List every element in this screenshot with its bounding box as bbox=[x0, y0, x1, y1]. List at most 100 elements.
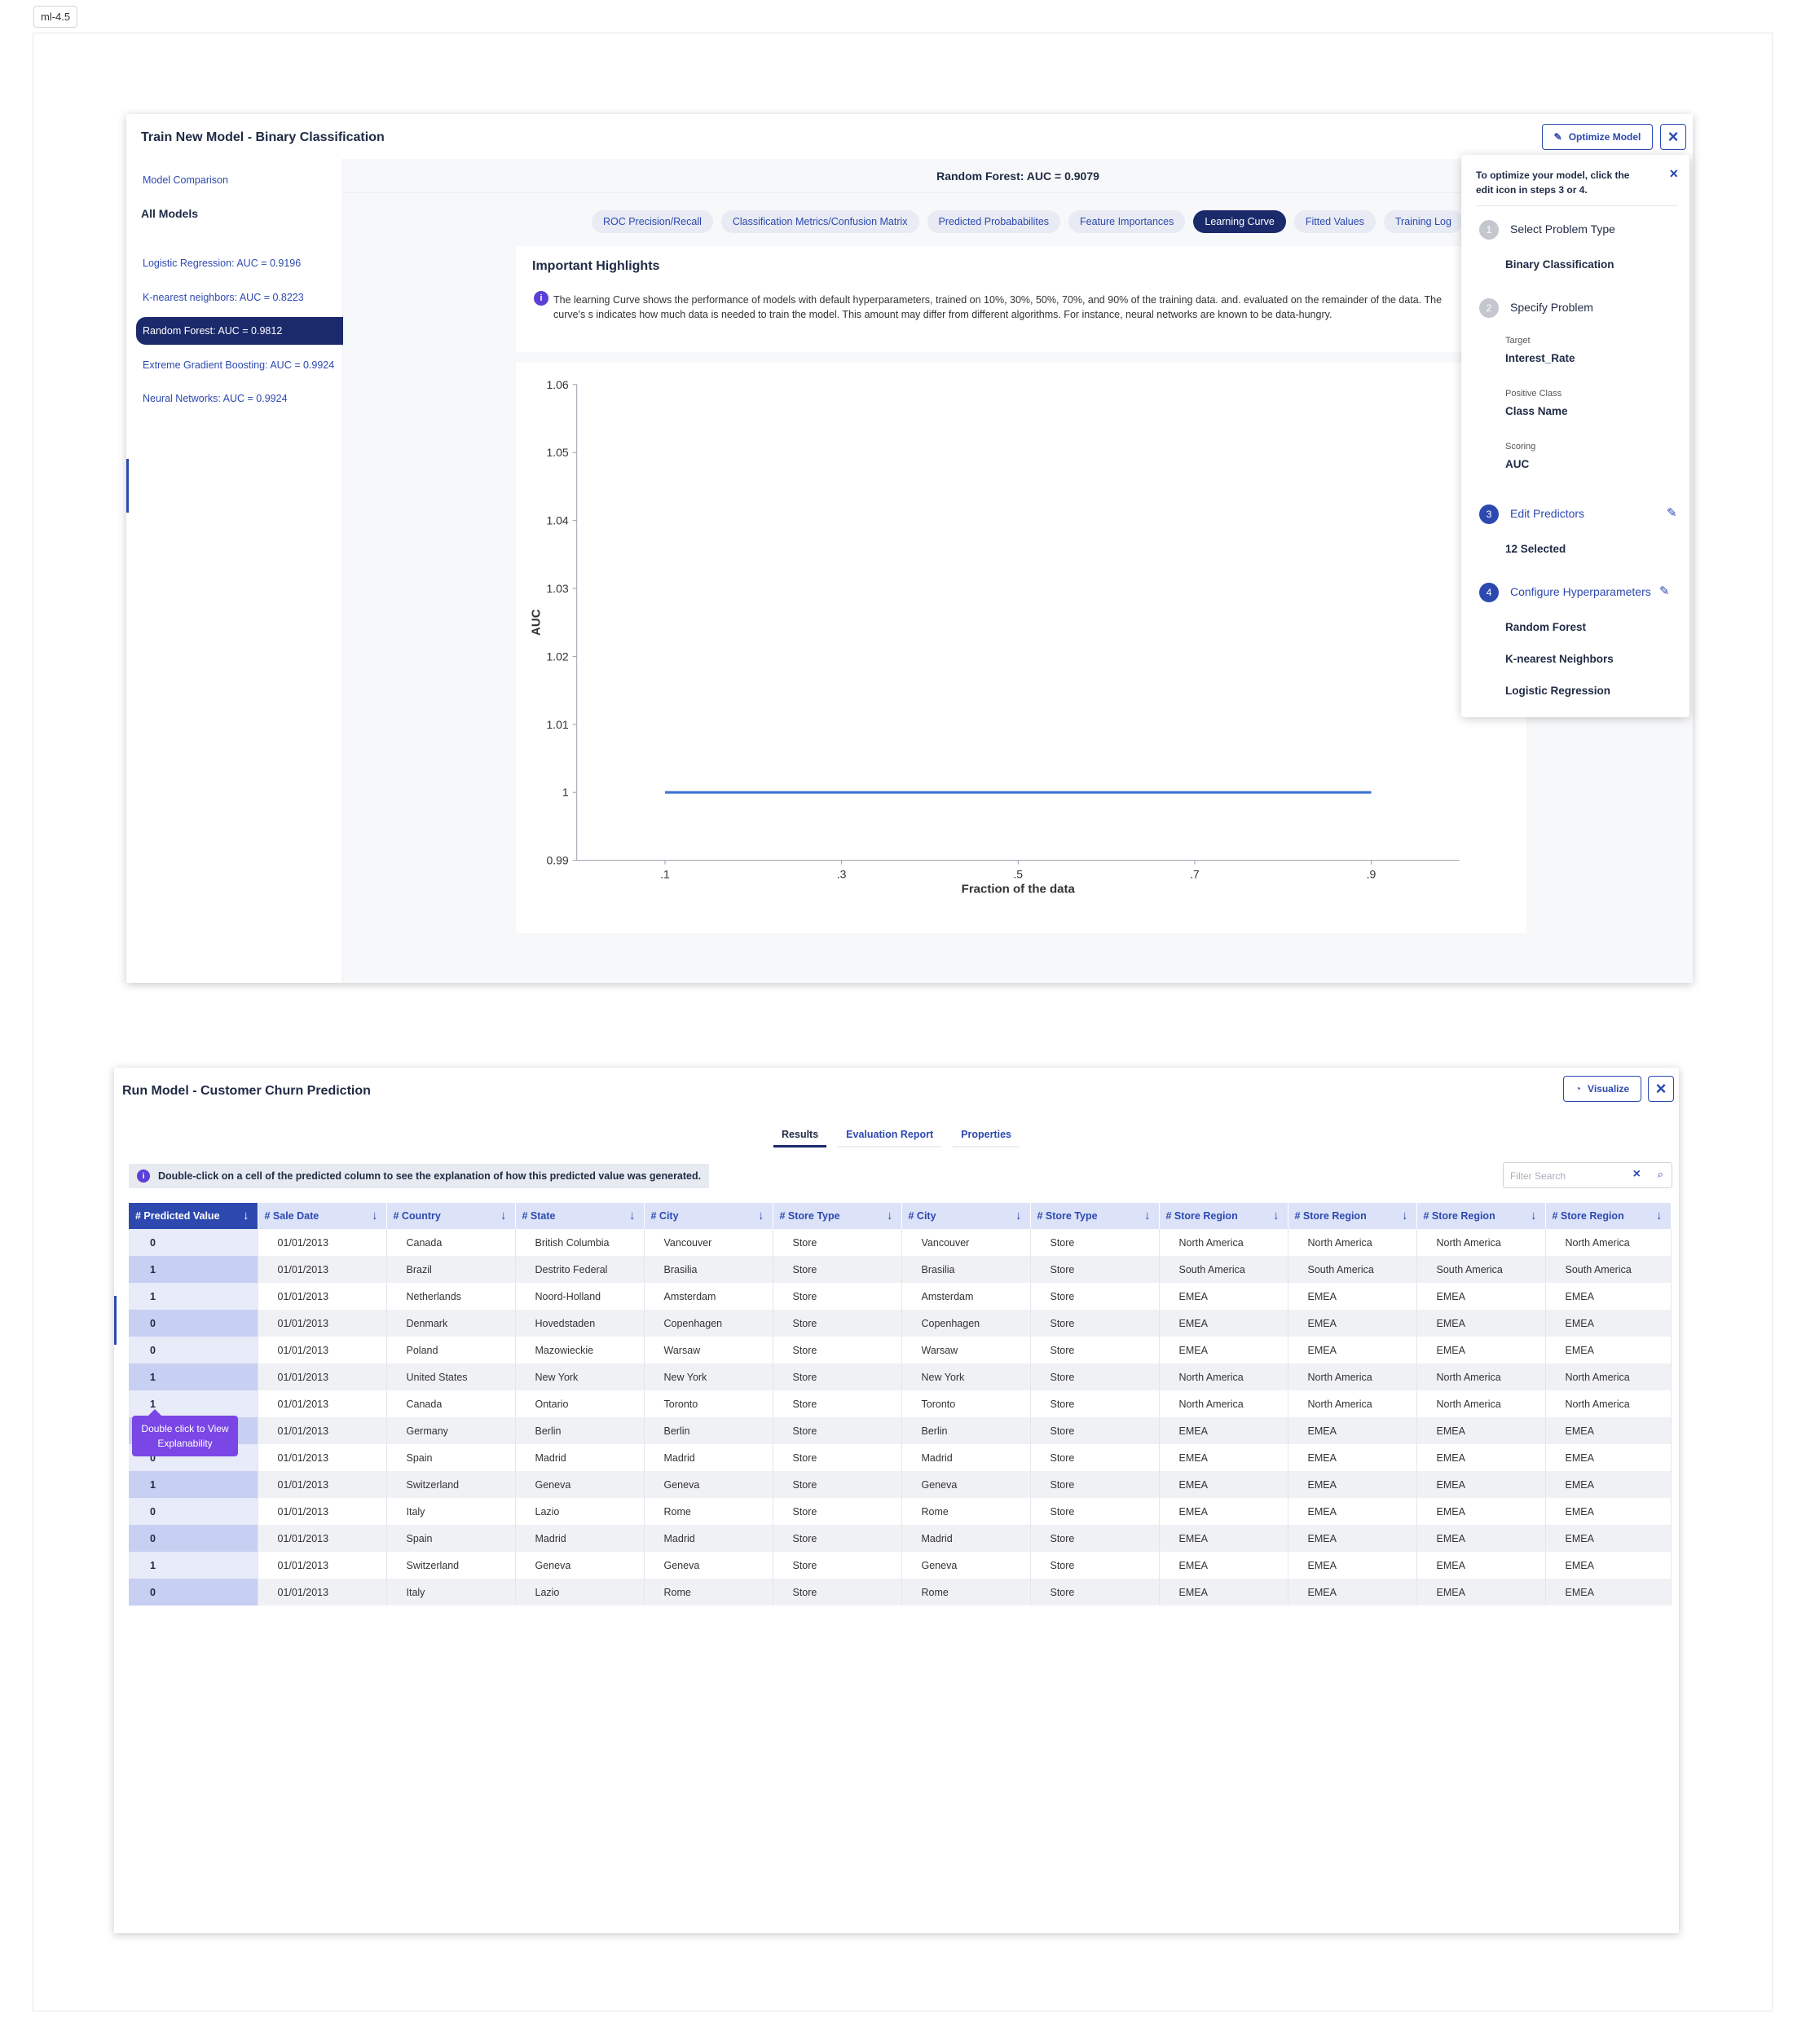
table-cell: EMEA bbox=[1159, 1417, 1288, 1444]
sidebar-item-model[interactable]: Logistic Regression: AUC = 0.9196 bbox=[136, 249, 343, 277]
edit-predictors-pencil-icon[interactable]: ✎ bbox=[1667, 505, 1677, 520]
sort-arrow-icon[interactable]: ↓ bbox=[1273, 1209, 1280, 1222]
model-comparison-link[interactable]: Model Comparison bbox=[143, 174, 228, 186]
table-cell: North America bbox=[1159, 1229, 1288, 1256]
column-header[interactable]: # Store Type ↓ bbox=[773, 1203, 902, 1229]
sort-arrow-icon[interactable]: ↓ bbox=[629, 1209, 636, 1222]
table-row: 1 01/01/2013 Canada Ontario Toronto Store Toro… bbox=[129, 1390, 1672, 1417]
sort-arrow-icon[interactable]: ↓ bbox=[243, 1209, 249, 1222]
sidebar-item-model[interactable]: Extreme Gradient Boosting: AUC = 0.9924 bbox=[136, 351, 343, 379]
close-icon[interactable]: × bbox=[1669, 166, 1678, 181]
column-header[interactable]: # Store Region ↓ bbox=[1288, 1203, 1417, 1229]
tab-predicted-probababilites[interactable]: Predicted Probababilites bbox=[927, 210, 1061, 233]
tab-classification-metrics-confusion-matrix[interactable]: Classification Metrics/Confusion Matrix bbox=[720, 210, 919, 233]
table-cell: United States bbox=[386, 1363, 516, 1390]
table-cell: Madrid bbox=[644, 1444, 773, 1471]
column-header[interactable]: # Sale Date ↓ bbox=[258, 1203, 387, 1229]
table-cell: Store bbox=[1030, 1390, 1160, 1417]
table-cell: Store bbox=[1030, 1283, 1160, 1310]
tab-evaluation-report[interactable]: Evaluation Report bbox=[838, 1129, 942, 1148]
step-label-4[interactable]: Configure Hyperparameters bbox=[1510, 585, 1651, 598]
edit-hyperparameters-pencil-icon[interactable]: ✎ bbox=[1659, 584, 1670, 598]
table-cell: EMEA bbox=[1416, 1552, 1546, 1579]
table-cell: EMEA bbox=[1545, 1444, 1672, 1471]
step-label-3[interactable]: Edit Predictors bbox=[1510, 507, 1584, 520]
column-header[interactable]: # City ↓ bbox=[644, 1203, 773, 1229]
table-cell: EMEA bbox=[1545, 1471, 1672, 1498]
tab-training-log[interactable]: Training Log bbox=[1383, 210, 1463, 233]
scoring-label: Scoring bbox=[1505, 442, 1536, 452]
predicted-value-cell[interactable]: 0 bbox=[129, 1525, 258, 1552]
close-run-button[interactable]: × bbox=[1648, 1076, 1674, 1102]
column-header[interactable]: # Store Type ↓ bbox=[1030, 1203, 1160, 1229]
table-cell: Netherlands bbox=[386, 1283, 516, 1310]
sort-arrow-icon[interactable]: ↓ bbox=[758, 1209, 764, 1222]
optimize-model-button[interactable]: ✎ Optimize Model bbox=[1542, 124, 1653, 150]
table-cell: 01/01/2013 bbox=[258, 1525, 387, 1552]
predicted-value-cell[interactable]: 0 bbox=[129, 1498, 258, 1525]
optimize-panel: To optimize your model, click the edit i… bbox=[1461, 155, 1689, 717]
tab-feature-importances[interactable]: Feature Importances bbox=[1068, 210, 1186, 233]
table-cell: EMEA bbox=[1159, 1444, 1288, 1471]
filter-search-input[interactable] bbox=[1510, 1168, 1624, 1184]
table-cell: 01/01/2013 bbox=[258, 1283, 387, 1310]
visualize-button[interactable]: ◔ Visualize bbox=[1563, 1076, 1641, 1102]
column-header[interactable]: # Store Region ↓ bbox=[1545, 1203, 1672, 1229]
predicted-value-cell[interactable]: 0 bbox=[129, 1310, 258, 1337]
tab-properties[interactable]: Properties bbox=[953, 1129, 1020, 1148]
clear-icon[interactable]: × bbox=[1633, 1167, 1641, 1182]
all-models-heading: All Models bbox=[141, 207, 199, 220]
sort-arrow-icon[interactable]: ↓ bbox=[887, 1209, 893, 1222]
sort-arrow-icon[interactable]: ↓ bbox=[1531, 1209, 1537, 1222]
tab-roc-precision-recall[interactable]: ROC Precision/Recall bbox=[592, 210, 713, 233]
y-tick-label: 1.06 bbox=[546, 378, 568, 391]
tab-results[interactable]: Results bbox=[773, 1129, 827, 1148]
predicted-value-cell[interactable]: 0 bbox=[129, 1337, 258, 1363]
y-tick-label: 1.01 bbox=[546, 718, 568, 731]
table-cell: Madrid bbox=[901, 1525, 1031, 1552]
sidebar-item-model[interactable]: K-nearest neighbors: AUC = 0.8223 bbox=[136, 284, 343, 311]
tab-learning-curve[interactable]: Learning Curve bbox=[1193, 210, 1286, 233]
table-cell: Rome bbox=[644, 1579, 773, 1606]
column-header[interactable]: # Store Region ↓ bbox=[1416, 1203, 1546, 1229]
column-header[interactable]: # Country ↓ bbox=[386, 1203, 516, 1229]
predicted-value-cell[interactable]: 1 bbox=[129, 1552, 258, 1579]
predicted-value-cell[interactable]: 0 bbox=[129, 1229, 258, 1256]
table-cell: 01/01/2013 bbox=[258, 1444, 387, 1471]
pencil-icon: ✎ bbox=[1553, 131, 1562, 143]
table-cell: Italy bbox=[386, 1498, 516, 1525]
sort-arrow-icon[interactable]: ↓ bbox=[1656, 1209, 1663, 1222]
column-header[interactable]: # City ↓ bbox=[901, 1203, 1031, 1229]
column-header[interactable]: # Store Region ↓ bbox=[1159, 1203, 1288, 1229]
close-train-button[interactable]: × bbox=[1660, 124, 1686, 150]
x-tick-label: .9 bbox=[1367, 868, 1377, 881]
predicted-value-cell[interactable]: 1 bbox=[129, 1471, 258, 1498]
table-cell: Geneva bbox=[901, 1471, 1031, 1498]
table-cell: Italy bbox=[386, 1579, 516, 1606]
predicted-value-cell[interactable]: 1 bbox=[129, 1256, 258, 1283]
sort-arrow-icon[interactable]: ↓ bbox=[372, 1209, 378, 1222]
train-model-card: Train New Model - Binary Classification … bbox=[126, 114, 1693, 983]
column-header[interactable]: # State ↓ bbox=[515, 1203, 645, 1229]
table-scroll-accent bbox=[114, 1296, 117, 1345]
sidebar-item-model[interactable]: Random Forest: AUC = 0.9812 bbox=[136, 317, 343, 345]
sort-arrow-icon[interactable]: ↓ bbox=[500, 1209, 507, 1222]
predicted-value-cell[interactable]: 1 bbox=[129, 1283, 258, 1310]
table-cell: EMEA bbox=[1545, 1498, 1672, 1525]
column-header-label: # Store Type bbox=[1037, 1210, 1098, 1222]
table-cell: Noord-Holland bbox=[515, 1283, 645, 1310]
table-cell: Ontario bbox=[515, 1390, 645, 1417]
sort-arrow-icon[interactable]: ↓ bbox=[1015, 1209, 1022, 1222]
table-cell: EMEA bbox=[1545, 1552, 1672, 1579]
sort-arrow-icon[interactable]: ↓ bbox=[1402, 1209, 1408, 1222]
tab-fitted-values[interactable]: Fitted Values bbox=[1293, 210, 1376, 233]
sidebar-item-model[interactable]: Neural Networks: AUC = 0.9924 bbox=[136, 385, 343, 412]
column-header[interactable]: # Predicted Value ↓ bbox=[129, 1203, 258, 1229]
predicted-value-cell[interactable]: 0 bbox=[129, 1579, 258, 1606]
predicted-value-cell[interactable]: 1 bbox=[129, 1363, 258, 1390]
run-tabs: Results Evaluation Report Properties bbox=[114, 1129, 1679, 1148]
table-cell: Canada bbox=[386, 1229, 516, 1256]
step-number-1: 1 bbox=[1479, 220, 1499, 240]
sort-arrow-icon[interactable]: ↓ bbox=[1144, 1209, 1151, 1222]
search-icon[interactable]: ⌕ bbox=[1658, 1168, 1663, 1181]
